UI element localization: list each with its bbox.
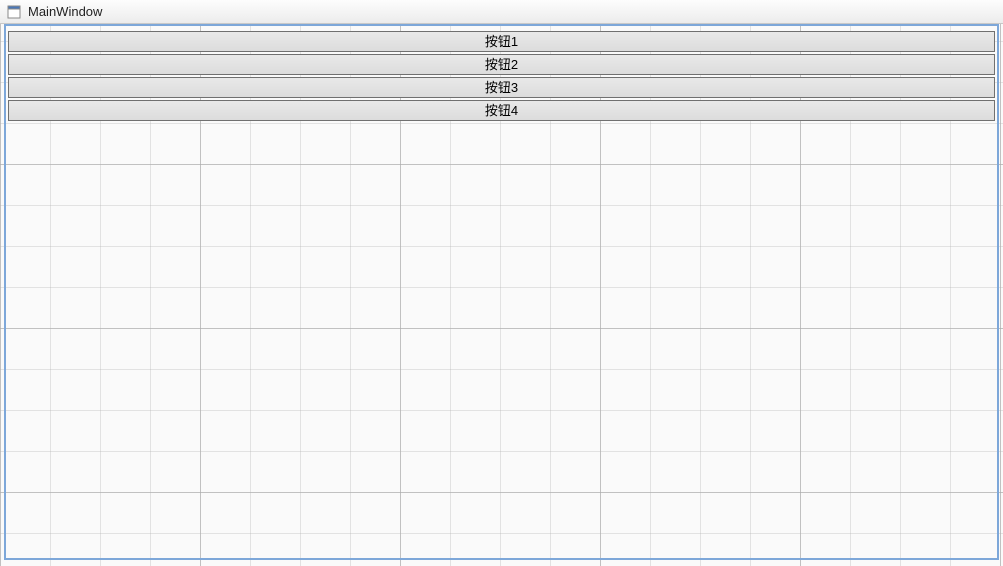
button-1[interactable]: 按钮1 [8,31,995,52]
designer-surface[interactable]: 按钮1 按钮2 按钮3 按钮4 [4,24,999,560]
window-icon [6,4,22,20]
button-4[interactable]: 按钮4 [8,100,995,121]
button-3[interactable]: 按钮3 [8,77,995,98]
window-title: MainWindow [28,4,102,19]
window-title-bar: MainWindow [0,0,1003,24]
button-2[interactable]: 按钮2 [8,54,995,75]
buttons-panel: 按钮1 按钮2 按钮3 按钮4 [6,26,997,123]
